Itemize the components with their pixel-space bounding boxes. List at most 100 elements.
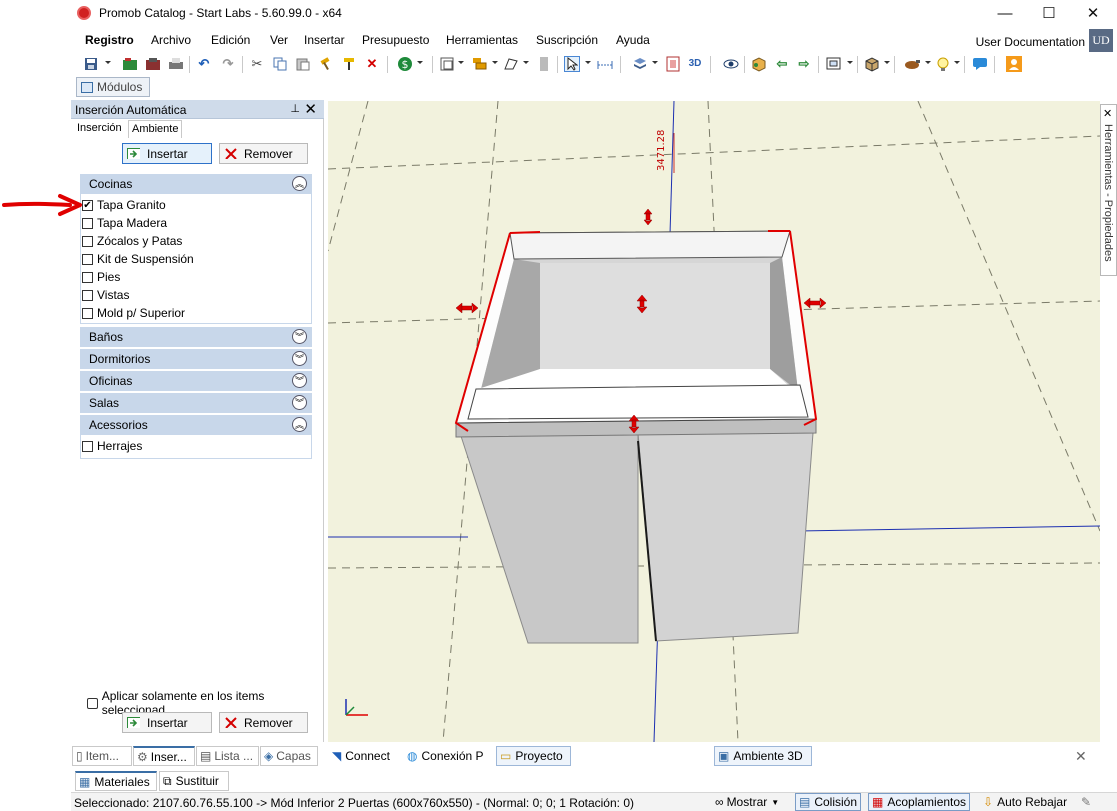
tab-proyecto[interactable]: ▭ Proyecto bbox=[496, 746, 571, 766]
checkbox-icon[interactable] bbox=[82, 307, 93, 319]
chevron-down-icon[interactable]: ︾ bbox=[292, 373, 307, 388]
tab-lista[interactable]: ▤ Lista ... bbox=[196, 746, 259, 766]
group-cocinas[interactable]: Cocinas ︽ bbox=[80, 174, 312, 194]
tab-capas[interactable]: ◈ Capas bbox=[260, 746, 318, 766]
chevron-up-icon[interactable]: ︽ bbox=[292, 417, 307, 432]
checkbox-icon[interactable] bbox=[82, 235, 93, 247]
menu-herramientas[interactable]: Herramientas bbox=[446, 33, 518, 47]
frame-icon[interactable] bbox=[826, 56, 842, 72]
light-icon[interactable] bbox=[935, 56, 951, 72]
couplings-toggle[interactable]: ▦ Acoplamientos bbox=[868, 793, 971, 811]
minimize-button[interactable]: — bbox=[983, 0, 1027, 26]
checkbox-kit-suspension[interactable]: Kit de Suspensión bbox=[82, 252, 194, 266]
catalog-icon[interactable] bbox=[145, 56, 161, 72]
arrow-left-icon[interactable]: ⇦ bbox=[774, 56, 790, 72]
checkbox-icon[interactable] bbox=[82, 289, 93, 301]
checkbox-vistas[interactable]: Vistas bbox=[82, 288, 129, 302]
chevron-down-icon[interactable]: ︾ bbox=[292, 395, 307, 410]
checkbox-tapa-madera[interactable]: Tapa Madera bbox=[82, 216, 167, 230]
layout-icon[interactable] bbox=[439, 56, 455, 72]
select-arrow-icon[interactable] bbox=[564, 56, 580, 72]
menu-presupuesto[interactable]: Presupuesto bbox=[362, 33, 429, 47]
menu-ver[interactable]: Ver bbox=[270, 33, 288, 47]
chevron-down-icon[interactable]: ︾ bbox=[292, 329, 307, 344]
chevron-up-icon[interactable]: ︽ bbox=[292, 176, 307, 191]
layer-icon[interactable] bbox=[632, 56, 648, 72]
tab-ambiente[interactable]: Ambiente bbox=[128, 120, 183, 138]
tab-connect[interactable]: ◥ Connect bbox=[329, 746, 401, 766]
user-name[interactable]: User Documentation bbox=[976, 35, 1085, 49]
checkbox-icon[interactable] bbox=[82, 440, 93, 452]
wall-icon[interactable] bbox=[536, 56, 552, 72]
user-icon[interactable] bbox=[1006, 56, 1022, 72]
hammer-icon[interactable] bbox=[318, 56, 334, 72]
budget-icon[interactable]: $ bbox=[397, 56, 413, 72]
measure-icon[interactable] bbox=[597, 56, 613, 72]
redo-icon[interactable]: ↷ bbox=[220, 56, 236, 72]
chat-icon[interactable] bbox=[972, 56, 988, 72]
checkbox-icon[interactable] bbox=[82, 253, 93, 265]
menu-registro[interactable]: Registro bbox=[85, 33, 134, 47]
checkbox-tapa-granito[interactable]: ✔ Tapa Granito bbox=[82, 198, 166, 212]
show-dropdown[interactable]: ∞ Mostrar ▼ bbox=[715, 793, 779, 811]
maximize-button[interactable]: ☐ bbox=[1027, 0, 1071, 26]
tab-insercion[interactable]: Inserción bbox=[74, 120, 125, 138]
insert-button-bottom[interactable]: Insertar bbox=[122, 712, 212, 733]
paint-roller-icon[interactable] bbox=[341, 56, 357, 72]
tab-ambiente-3d[interactable]: ▣ Ambiente 3D bbox=[714, 746, 812, 766]
tab-item[interactable]: ▯ Item... bbox=[72, 746, 132, 766]
scene-canvas[interactable]: 3471.28 bbox=[328, 101, 1100, 742]
group-banos[interactable]: Baños ︾ bbox=[80, 327, 312, 347]
print-icon[interactable] bbox=[168, 56, 184, 72]
pin-icon[interactable]: ⊥ bbox=[290, 102, 300, 115]
cut-icon[interactable]: ✂ bbox=[249, 56, 265, 72]
save-icon[interactable] bbox=[83, 56, 99, 72]
checkbox-icon[interactable] bbox=[82, 271, 93, 283]
tab-insercion-auto[interactable]: ⚙ Inser... bbox=[133, 746, 195, 766]
eye-icon[interactable] bbox=[723, 56, 739, 72]
menu-suscripcion[interactable]: Suscripción bbox=[536, 33, 598, 47]
menu-ayuda[interactable]: Ayuda bbox=[616, 33, 650, 47]
insert-button[interactable]: Insertar bbox=[122, 143, 212, 164]
checkbox-herrajes[interactable]: Herrajes bbox=[82, 439, 142, 453]
cube-plugin-icon[interactable] bbox=[751, 56, 767, 72]
group-salas[interactable]: Salas ︾ bbox=[80, 393, 312, 413]
tab-sustituir[interactable]: ⧉ Sustituir bbox=[159, 771, 229, 791]
group-acessorios[interactable]: Acessorios ︽ bbox=[80, 415, 312, 435]
checkbox-icon[interactable] bbox=[87, 697, 98, 709]
remove-button[interactable]: Remover bbox=[219, 143, 308, 164]
group-dormitorios[interactable]: Dormitorios ︾ bbox=[80, 349, 312, 369]
checkbox-zocalos[interactable]: Zócalos y Patas bbox=[82, 234, 182, 248]
tab-materiales[interactable]: ▦ Materiales bbox=[75, 771, 157, 791]
chevron-down-icon[interactable]: ︾ bbox=[292, 351, 307, 366]
menu-edicion[interactable]: Edición bbox=[211, 33, 250, 47]
render-icon[interactable] bbox=[665, 56, 681, 72]
box-icon[interactable] bbox=[864, 56, 880, 72]
open-folder-icon[interactable] bbox=[122, 56, 138, 72]
collision-toggle[interactable]: ▤ Colisión bbox=[795, 793, 862, 811]
remove-button-bottom[interactable]: Remover bbox=[219, 712, 308, 733]
tools-icon[interactable] bbox=[904, 56, 920, 72]
arrow-right-icon[interactable]: ⇨ bbox=[796, 56, 812, 72]
group-oficinas[interactable]: Oficinas ︾ bbox=[80, 371, 312, 391]
viewport-3d[interactable]: 3471.28 bbox=[328, 101, 1100, 742]
checkbox-mold-superior[interactable]: Mold p/ Superior bbox=[82, 306, 185, 320]
paste-icon[interactable] bbox=[295, 56, 311, 72]
menu-insertar[interactable]: Insertar bbox=[304, 33, 345, 47]
panel-close-icon[interactable]: ✕ bbox=[304, 100, 317, 118]
close-viewport-icon[interactable]: ✕ bbox=[1072, 746, 1088, 766]
avatar[interactable]: UD bbox=[1089, 29, 1113, 52]
close-button[interactable]: ✕ bbox=[1071, 0, 1115, 26]
checkbox-pies[interactable]: Pies bbox=[82, 270, 120, 284]
tab-conexion[interactable]: ◍ Conexión P bbox=[404, 746, 492, 766]
3d-view-icon[interactable]: 3D bbox=[687, 56, 703, 72]
copy-icon[interactable] bbox=[272, 56, 288, 72]
shape-icon[interactable] bbox=[503, 56, 519, 72]
tab-modulos[interactable]: Módulos bbox=[76, 77, 150, 97]
auto-lower-toggle[interactable]: ⇩ Auto Rebajar bbox=[983, 793, 1067, 811]
stack-icon[interactable] bbox=[472, 56, 488, 72]
checkbox-icon[interactable] bbox=[82, 217, 93, 229]
undo-icon[interactable]: ↶ bbox=[196, 56, 212, 72]
menu-archivo[interactable]: Archivo bbox=[151, 33, 191, 47]
measure-tool-icon[interactable]: ✎ bbox=[1081, 793, 1091, 811]
